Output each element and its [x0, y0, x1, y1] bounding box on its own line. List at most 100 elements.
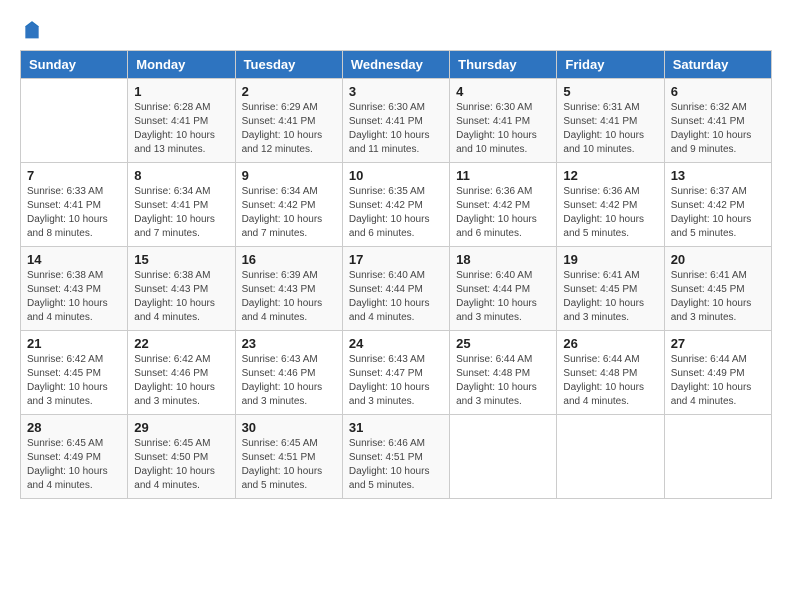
calendar-week-1: 1 Sunrise: 6:28 AM Sunset: 4:41 PM Dayli…	[21, 79, 772, 163]
calendar-cell: 28 Sunrise: 6:45 AM Sunset: 4:49 PM Dayl…	[21, 415, 128, 499]
calendar-cell: 12 Sunrise: 6:36 AM Sunset: 4:42 PM Dayl…	[557, 163, 664, 247]
day-header-sunday: Sunday	[21, 51, 128, 79]
calendar-cell: 31 Sunrise: 6:46 AM Sunset: 4:51 PM Dayl…	[342, 415, 449, 499]
calendar-cell: 18 Sunrise: 6:40 AM Sunset: 4:44 PM Dayl…	[450, 247, 557, 331]
calendar-cell: 17 Sunrise: 6:40 AM Sunset: 4:44 PM Dayl…	[342, 247, 449, 331]
day-number: 4	[456, 84, 550, 99]
calendar-cell: 13 Sunrise: 6:37 AM Sunset: 4:42 PM Dayl…	[664, 163, 771, 247]
calendar-cell: 14 Sunrise: 6:38 AM Sunset: 4:43 PM Dayl…	[21, 247, 128, 331]
day-detail: Sunrise: 6:42 AM Sunset: 4:45 PM Dayligh…	[27, 353, 121, 409]
day-number: 19	[563, 252, 657, 267]
day-detail: Sunrise: 6:45 AM Sunset: 4:49 PM Dayligh…	[27, 437, 121, 493]
calendar-cell: 24 Sunrise: 6:43 AM Sunset: 4:47 PM Dayl…	[342, 331, 449, 415]
day-number: 20	[671, 252, 765, 267]
day-number: 26	[563, 336, 657, 351]
day-header-saturday: Saturday	[664, 51, 771, 79]
day-detail: Sunrise: 6:41 AM Sunset: 4:45 PM Dayligh…	[671, 269, 765, 325]
day-detail: Sunrise: 6:38 AM Sunset: 4:43 PM Dayligh…	[27, 269, 121, 325]
day-number: 31	[349, 420, 443, 435]
calendar-cell: 27 Sunrise: 6:44 AM Sunset: 4:49 PM Dayl…	[664, 331, 771, 415]
day-detail: Sunrise: 6:36 AM Sunset: 4:42 PM Dayligh…	[456, 185, 550, 241]
day-number: 13	[671, 168, 765, 183]
day-number: 27	[671, 336, 765, 351]
calendar-cell	[664, 415, 771, 499]
calendar-week-5: 28 Sunrise: 6:45 AM Sunset: 4:49 PM Dayl…	[21, 415, 772, 499]
day-number: 25	[456, 336, 550, 351]
day-header-tuesday: Tuesday	[235, 51, 342, 79]
day-detail: Sunrise: 6:34 AM Sunset: 4:42 PM Dayligh…	[242, 185, 336, 241]
day-number: 7	[27, 168, 121, 183]
day-detail: Sunrise: 6:38 AM Sunset: 4:43 PM Dayligh…	[134, 269, 228, 325]
calendar-cell: 25 Sunrise: 6:44 AM Sunset: 4:48 PM Dayl…	[450, 331, 557, 415]
day-number: 5	[563, 84, 657, 99]
calendar-table: SundayMondayTuesdayWednesdayThursdayFrid…	[20, 50, 772, 499]
calendar-week-2: 7 Sunrise: 6:33 AM Sunset: 4:41 PM Dayli…	[21, 163, 772, 247]
day-number: 16	[242, 252, 336, 267]
day-detail: Sunrise: 6:46 AM Sunset: 4:51 PM Dayligh…	[349, 437, 443, 493]
day-number: 9	[242, 168, 336, 183]
day-number: 29	[134, 420, 228, 435]
calendar-cell: 15 Sunrise: 6:38 AM Sunset: 4:43 PM Dayl…	[128, 247, 235, 331]
day-header-wednesday: Wednesday	[342, 51, 449, 79]
calendar-cell: 16 Sunrise: 6:39 AM Sunset: 4:43 PM Dayl…	[235, 247, 342, 331]
day-detail: Sunrise: 6:30 AM Sunset: 4:41 PM Dayligh…	[349, 101, 443, 157]
day-detail: Sunrise: 6:40 AM Sunset: 4:44 PM Dayligh…	[349, 269, 443, 325]
calendar-cell: 23 Sunrise: 6:43 AM Sunset: 4:46 PM Dayl…	[235, 331, 342, 415]
calendar-cell: 6 Sunrise: 6:32 AM Sunset: 4:41 PM Dayli…	[664, 79, 771, 163]
calendar-cell: 22 Sunrise: 6:42 AM Sunset: 4:46 PM Dayl…	[128, 331, 235, 415]
day-header-monday: Monday	[128, 51, 235, 79]
calendar-cell	[21, 79, 128, 163]
day-number: 15	[134, 252, 228, 267]
calendar-cell: 8 Sunrise: 6:34 AM Sunset: 4:41 PM Dayli…	[128, 163, 235, 247]
calendar-cell: 1 Sunrise: 6:28 AM Sunset: 4:41 PM Dayli…	[128, 79, 235, 163]
calendar-week-4: 21 Sunrise: 6:42 AM Sunset: 4:45 PM Dayl…	[21, 331, 772, 415]
day-number: 30	[242, 420, 336, 435]
calendar-week-3: 14 Sunrise: 6:38 AM Sunset: 4:43 PM Dayl…	[21, 247, 772, 331]
day-number: 11	[456, 168, 550, 183]
day-number: 8	[134, 168, 228, 183]
calendar-cell	[450, 415, 557, 499]
calendar-header-row: SundayMondayTuesdayWednesdayThursdayFrid…	[21, 51, 772, 79]
day-detail: Sunrise: 6:33 AM Sunset: 4:41 PM Dayligh…	[27, 185, 121, 241]
calendar-cell: 11 Sunrise: 6:36 AM Sunset: 4:42 PM Dayl…	[450, 163, 557, 247]
calendar-cell: 10 Sunrise: 6:35 AM Sunset: 4:42 PM Dayl…	[342, 163, 449, 247]
day-detail: Sunrise: 6:30 AM Sunset: 4:41 PM Dayligh…	[456, 101, 550, 157]
calendar-cell: 29 Sunrise: 6:45 AM Sunset: 4:50 PM Dayl…	[128, 415, 235, 499]
day-number: 24	[349, 336, 443, 351]
day-detail: Sunrise: 6:39 AM Sunset: 4:43 PM Dayligh…	[242, 269, 336, 325]
day-number: 18	[456, 252, 550, 267]
calendar-cell: 9 Sunrise: 6:34 AM Sunset: 4:42 PM Dayli…	[235, 163, 342, 247]
calendar-cell: 20 Sunrise: 6:41 AM Sunset: 4:45 PM Dayl…	[664, 247, 771, 331]
calendar-cell: 7 Sunrise: 6:33 AM Sunset: 4:41 PM Dayli…	[21, 163, 128, 247]
day-header-friday: Friday	[557, 51, 664, 79]
day-detail: Sunrise: 6:40 AM Sunset: 4:44 PM Dayligh…	[456, 269, 550, 325]
calendar-cell: 26 Sunrise: 6:44 AM Sunset: 4:48 PM Dayl…	[557, 331, 664, 415]
day-number: 2	[242, 84, 336, 99]
day-detail: Sunrise: 6:44 AM Sunset: 4:48 PM Dayligh…	[456, 353, 550, 409]
day-number: 10	[349, 168, 443, 183]
day-detail: Sunrise: 6:45 AM Sunset: 4:51 PM Dayligh…	[242, 437, 336, 493]
day-number: 21	[27, 336, 121, 351]
day-detail: Sunrise: 6:32 AM Sunset: 4:41 PM Dayligh…	[671, 101, 765, 157]
day-number: 1	[134, 84, 228, 99]
day-detail: Sunrise: 6:34 AM Sunset: 4:41 PM Dayligh…	[134, 185, 228, 241]
day-number: 23	[242, 336, 336, 351]
calendar-cell: 30 Sunrise: 6:45 AM Sunset: 4:51 PM Dayl…	[235, 415, 342, 499]
day-number: 3	[349, 84, 443, 99]
calendar-cell	[557, 415, 664, 499]
day-detail: Sunrise: 6:31 AM Sunset: 4:41 PM Dayligh…	[563, 101, 657, 157]
page-header	[20, 20, 772, 40]
day-detail: Sunrise: 6:43 AM Sunset: 4:47 PM Dayligh…	[349, 353, 443, 409]
day-detail: Sunrise: 6:29 AM Sunset: 4:41 PM Dayligh…	[242, 101, 336, 157]
calendar-cell: 5 Sunrise: 6:31 AM Sunset: 4:41 PM Dayli…	[557, 79, 664, 163]
calendar-cell: 4 Sunrise: 6:30 AM Sunset: 4:41 PM Dayli…	[450, 79, 557, 163]
logo-icon	[22, 20, 42, 40]
day-number: 22	[134, 336, 228, 351]
day-detail: Sunrise: 6:28 AM Sunset: 4:41 PM Dayligh…	[134, 101, 228, 157]
day-number: 17	[349, 252, 443, 267]
day-number: 6	[671, 84, 765, 99]
calendar-cell: 21 Sunrise: 6:42 AM Sunset: 4:45 PM Dayl…	[21, 331, 128, 415]
calendar-cell: 2 Sunrise: 6:29 AM Sunset: 4:41 PM Dayli…	[235, 79, 342, 163]
day-detail: Sunrise: 6:35 AM Sunset: 4:42 PM Dayligh…	[349, 185, 443, 241]
calendar-cell: 3 Sunrise: 6:30 AM Sunset: 4:41 PM Dayli…	[342, 79, 449, 163]
